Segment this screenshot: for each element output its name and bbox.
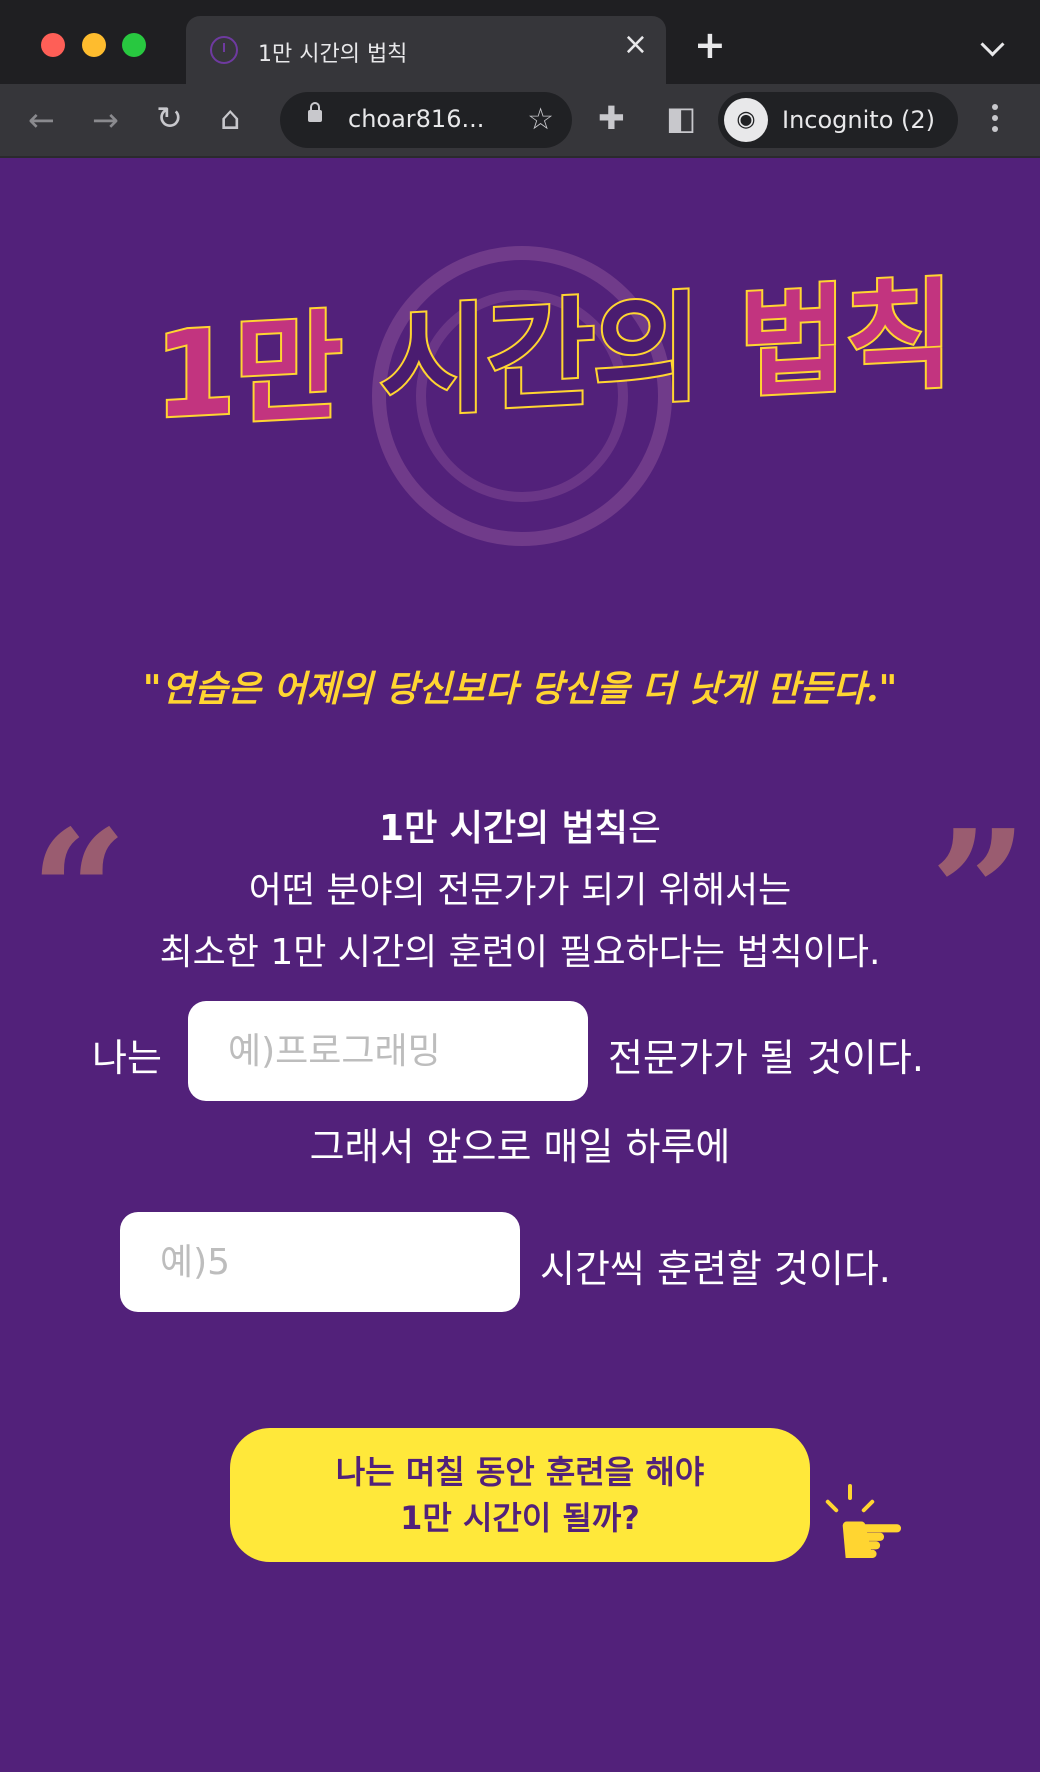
- clock-favicon-icon: [210, 36, 238, 64]
- forward-arrow-icon[interactable]: →: [92, 104, 119, 136]
- field-suffix-label: 전문가가 될 것이다.: [608, 1036, 924, 1080]
- incognito-profile-button[interactable]: ◉ Incognito (2): [718, 92, 958, 148]
- tab-title: 1만 시간의 법칙: [258, 42, 408, 67]
- calculate-button-line-1: 나는 며칠 동안 훈련을 해야: [335, 1453, 705, 1491]
- field-input[interactable]: [188, 1001, 588, 1101]
- definition-bold: 1만 시간의 법칙: [379, 808, 628, 849]
- hours-suffix-label: 시간씩 훈련할 것이다.: [540, 1247, 891, 1291]
- lock-icon: [308, 102, 322, 122]
- calculate-button[interactable]: 나는 며칠 동안 훈련을 해야 1만 시간이 될까?: [230, 1428, 810, 1562]
- logo-text: 1만 시간의 법칙: [152, 263, 954, 447]
- chevron-down-icon[interactable]: [980, 32, 1005, 57]
- url-text: choar816...: [348, 105, 485, 133]
- logo-part-b: 시간의: [340, 276, 739, 436]
- field-row: 나는 전문가가 될 것이다.: [0, 1001, 1040, 1101]
- definition-suffix: 은: [627, 808, 661, 849]
- definition-line-3: 최소한 1만 시간의 훈련이 필요하다는 법칙이다.: [159, 932, 881, 973]
- daily-text-row: 그래서 앞으로 매일 하루에: [0, 1116, 1040, 1186]
- back-arrow-icon[interactable]: ←: [28, 104, 55, 136]
- hours-input[interactable]: [120, 1212, 520, 1312]
- motto-quote: "연습은 어제의 당신보다 당신을 더 낫게 만든다.": [142, 668, 898, 710]
- address-bar[interactable]: choar816... ☆: [280, 92, 572, 148]
- incognito-icon: ◉: [724, 98, 768, 142]
- bookmark-star-icon[interactable]: ☆: [527, 102, 554, 137]
- definition-line-2: 어떤 분야의 전문가가 되기 위해서는: [248, 870, 792, 911]
- browser-toolbar: ← → ↻ ⌂ choar816... ☆ ✚ ◧ ◉ Incognito (2…: [0, 84, 1040, 158]
- incognito-label: Incognito (2): [782, 106, 935, 134]
- reload-icon[interactable]: ↻: [156, 102, 183, 134]
- hours-row: 시간씩 훈련할 것이다.: [0, 1212, 1040, 1312]
- field-prefix-label: 나는: [92, 1036, 162, 1080]
- daily-text-label: 그래서 앞으로 매일 하루에: [309, 1125, 731, 1169]
- calculate-button-line-2: 1만 시간이 될까?: [400, 1499, 640, 1537]
- logo-part-c: 법칙: [737, 263, 954, 416]
- new-tab-button[interactable]: +: [694, 26, 726, 64]
- home-icon[interactable]: ⌂: [220, 102, 240, 134]
- extensions-puzzle-icon[interactable]: ✚: [598, 102, 625, 134]
- rule-definition: 1만 시간의 법칙은 어떤 분야의 전문가가 되기 위해서는 최소한 1만 시간…: [0, 798, 1040, 984]
- browser-tab-bar: 1만 시간의 법칙 × +: [0, 0, 1040, 84]
- close-tab-icon[interactable]: ×: [623, 30, 648, 60]
- page-logo: 1만 시간의 법칙: [110, 263, 954, 498]
- side-panel-icon[interactable]: ◧: [666, 102, 696, 134]
- more-menu-icon[interactable]: [992, 104, 998, 137]
- definition-line-1: 1만 시간의 법칙은: [0, 798, 1040, 860]
- minimize-window-button[interactable]: [82, 33, 106, 57]
- pointing-hand-icon: ☛: [836, 1493, 908, 1586]
- close-window-button[interactable]: [41, 33, 65, 57]
- maximize-window-button[interactable]: [122, 33, 146, 57]
- browser-tab[interactable]: 1만 시간의 법칙 ×: [186, 16, 666, 84]
- logo-part-a: 1만: [152, 295, 343, 447]
